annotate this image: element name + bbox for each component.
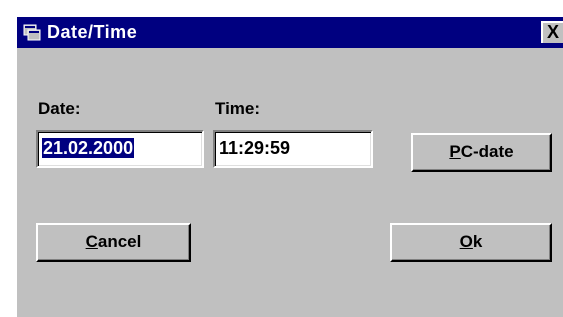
cancel-label: ancel: [97, 232, 142, 251]
pc-date-button[interactable]: PC-date: [411, 133, 552, 172]
ok-label: k: [472, 232, 483, 251]
ok-button[interactable]: Ok: [390, 223, 552, 262]
close-icon: X: [547, 22, 560, 42]
cancel-mnemonic: C: [85, 232, 98, 251]
date-time-dialog: Date/Time X Date: 21.02.2000 Time: 11:29…: [17, 17, 563, 317]
date-label: Date:: [38, 99, 81, 118]
ok-mnemonic: O: [459, 232, 473, 251]
pc-date-mnemonic: P: [449, 142, 461, 161]
close-button[interactable]: X: [541, 21, 563, 43]
time-field[interactable]: 11:29:59: [213, 130, 373, 168]
date-field[interactable]: 21.02.2000: [36, 130, 204, 168]
title-bar[interactable]: Date/Time X: [17, 17, 563, 48]
pc-date-label: C-date: [460, 142, 514, 161]
time-label: Time:: [215, 99, 261, 118]
dialog-window-icon: [23, 24, 41, 41]
time-value: 11:29:59: [219, 138, 291, 158]
cancel-button[interactable]: Cancel: [36, 223, 191, 262]
window-title: Date/Time: [47, 22, 138, 42]
date-value: 21.02.2000: [42, 138, 135, 158]
